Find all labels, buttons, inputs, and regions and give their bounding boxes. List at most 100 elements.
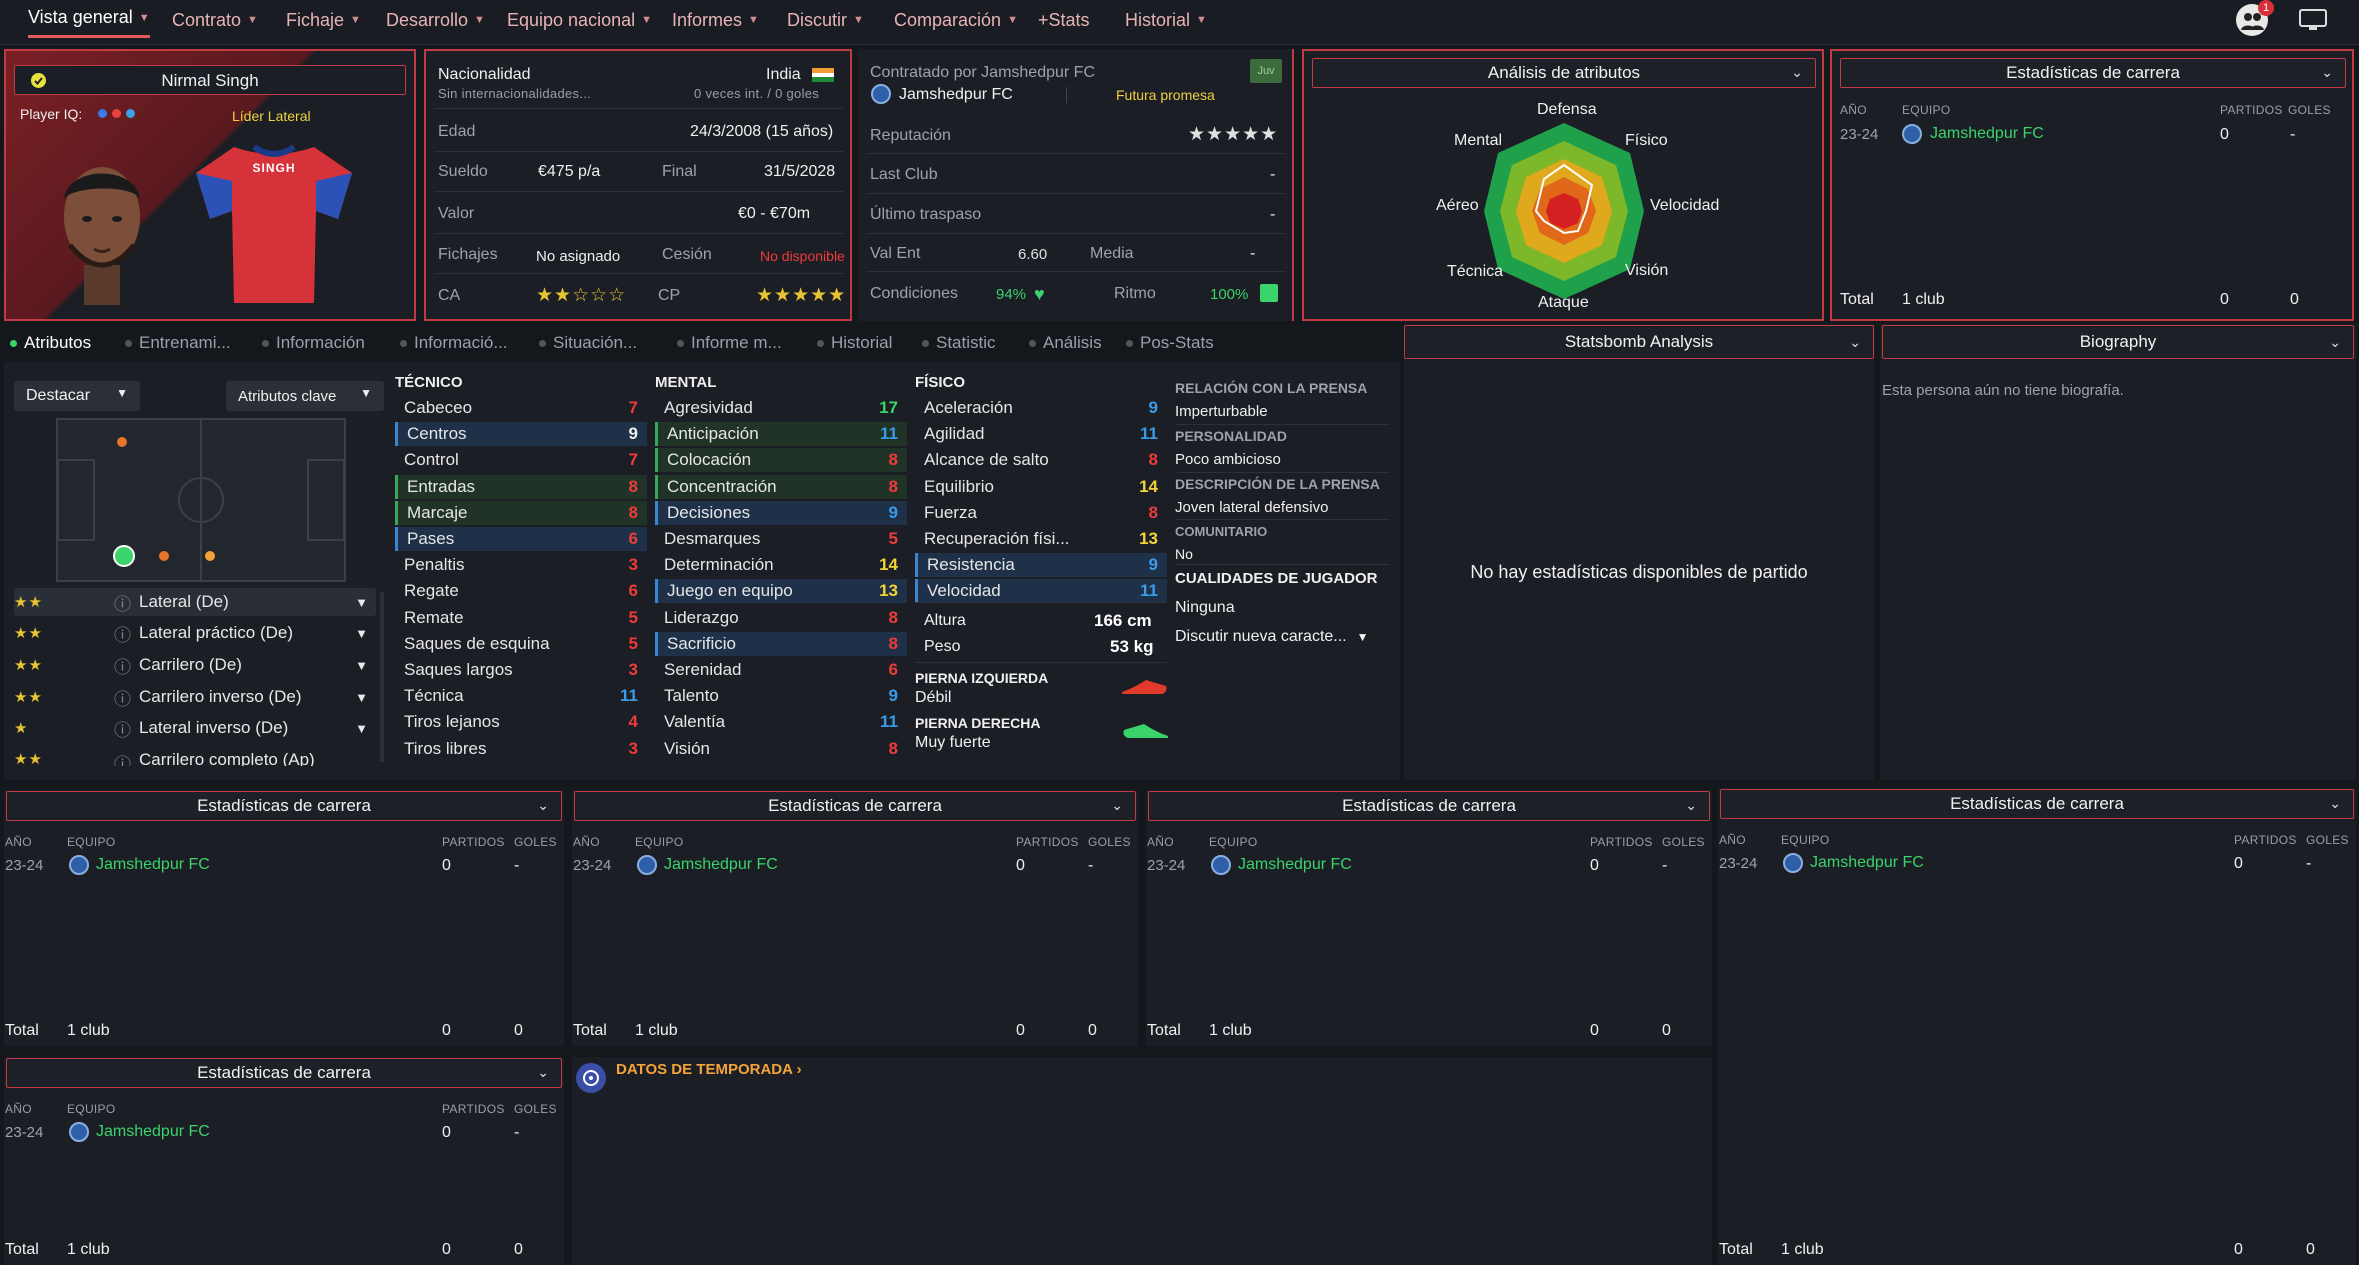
attribute-row[interactable]: Serenidad 6 (655, 658, 907, 682)
attribute-row[interactable]: Regate 6 (395, 579, 647, 603)
row-team[interactable]: Jamshedpur FC (664, 856, 778, 874)
club-name[interactable]: Jamshedpur FC (899, 86, 1013, 104)
position-row[interactable]: ★★ ⓘ Lateral (De) ▼ (14, 588, 376, 616)
attribute-row[interactable]: Determinación 14 (655, 553, 907, 577)
nav-historial[interactable]: Historial ▼ (1125, 0, 1207, 40)
row-team[interactable]: Jamshedpur FC (96, 1123, 210, 1141)
chevron-down-icon: ⌄ (537, 797, 549, 813)
val-ent-label: Val Ent (870, 245, 921, 262)
attribute-row[interactable]: Agilidad 11 (915, 422, 1167, 446)
attribute-name: Saques de esquina (404, 633, 550, 653)
attribute-row[interactable]: Resistencia 9 (915, 553, 1167, 578)
attribute-name: Visión (664, 738, 710, 758)
attribute-row[interactable]: Saques de esquina 5 (395, 632, 647, 656)
attribute-row[interactable]: Talento 9 (655, 684, 907, 708)
career-stats-header[interactable]: Estadísticas de carrera ⌄ (574, 791, 1136, 821)
info-icon: ⓘ (114, 689, 131, 709)
attribute-row[interactable]: Liderazgo 8 (655, 606, 907, 630)
attribute-row[interactable]: Control 7 (395, 448, 647, 472)
nav-equipo-nacional[interactable]: Equipo nacional ▼ (507, 0, 652, 40)
attribute-row[interactable]: Juego en equipo 13 (655, 579, 907, 604)
attribute-row[interactable]: Visión 8 (655, 737, 907, 761)
attribute-row[interactable]: Aceleración 9 (915, 396, 1167, 420)
nav-comparacion[interactable]: Comparación ▼ (894, 0, 1018, 40)
attribute-row[interactable]: Velocidad 11 (915, 579, 1167, 604)
attribute-row[interactable]: Anticipación 11 (655, 422, 907, 447)
position-row[interactable]: ★★ ⓘ Lateral práctico (De) ▼ (14, 619, 376, 647)
attribute-row[interactable]: Desmarques 5 (655, 527, 907, 551)
nav-stats[interactable]: +Stats (1038, 0, 1090, 40)
row-team[interactable]: Jamshedpur FC (1238, 856, 1352, 874)
attribute-row[interactable]: Equilibrio 14 (915, 475, 1167, 499)
attribute-row[interactable]: Colocación 8 (655, 448, 907, 473)
row-year: 23-24 (1147, 857, 1186, 874)
attribute-row[interactable]: Valentía 11 (655, 710, 907, 734)
tab-statistic[interactable]: Statistic (922, 333, 996, 353)
career-stats-header[interactable]: Estadísticas de carrera ⌄ (6, 791, 562, 821)
screen-icon[interactable] (2298, 8, 2328, 30)
last-club-label: Last Club (870, 166, 938, 183)
press-v4: No (1175, 546, 1193, 562)
nav-contrato[interactable]: Contrato ▼ (172, 0, 258, 40)
nav-fichaje[interactable]: Fichaje ▼ (286, 0, 361, 40)
attribute-row[interactable]: Fuerza 8 (915, 501, 1167, 525)
attribute-row[interactable]: Cabeceo 7 (395, 396, 647, 420)
attribute-row[interactable]: Saques largos 3 (395, 658, 647, 682)
row-team[interactable]: Jamshedpur FC (96, 856, 210, 874)
career-stats-header[interactable]: Estadísticas de carrera ⌄ (1148, 791, 1710, 821)
row-goals: - (1662, 857, 1668, 874)
nav-vista-general[interactable]: Vista general ▼ (28, 0, 150, 38)
attribute-row[interactable]: Concentración 8 (655, 474, 907, 499)
attribute-row[interactable]: Penaltis 3 (395, 553, 647, 577)
attribute-value: 11 (1140, 424, 1158, 444)
career-stats-header[interactable]: Estadísticas de carrera ⌄ (1720, 789, 2354, 819)
statsbomb-header[interactable]: Statsbomb Analysis ⌄ (1404, 325, 1874, 359)
tab-situacion[interactable]: Situación... (539, 333, 637, 353)
tab-informe[interactable]: Informe m... (677, 333, 782, 353)
attribute-row[interactable]: Pases 6 (395, 527, 647, 551)
row-team[interactable]: Jamshedpur FC (1930, 125, 2044, 143)
attribute-row[interactable]: Tiros lejanos 4 (395, 710, 647, 734)
biography-header[interactable]: Biography ⌄ (1882, 325, 2354, 359)
attribute-row[interactable]: Alcance de salto 8 (915, 448, 1167, 472)
attribute-analysis-header[interactable]: Análisis de atributos ⌄ (1312, 58, 1816, 88)
tab-informacion[interactable]: Información (262, 333, 365, 353)
attribute-row[interactable]: Sacrificio 8 (655, 631, 907, 656)
row-team[interactable]: Jamshedpur FC (1810, 854, 1924, 872)
nav-discutir[interactable]: Discutir ▼ (787, 0, 864, 40)
nav-desarrollo[interactable]: Desarrollo ▼ (386, 0, 485, 40)
tab-atributos[interactable]: Atributos (10, 333, 91, 353)
position-row[interactable]: ★★ ⓘ Carrilero (De) ▼ (14, 651, 376, 679)
biography-text: Esta persona aún no tiene biografía. (1882, 382, 2124, 399)
discuss-trait-button[interactable]: Discutir nueva caracte... ▼ (1175, 628, 1369, 646)
attribute-row[interactable]: Recuperación físi... 13 (915, 527, 1167, 551)
career-stats-header[interactable]: Estadísticas de carrera ⌄ (1840, 58, 2346, 88)
highlight-dropdown[interactable]: Destacar ▼ (14, 381, 140, 411)
position-row[interactable]: ★★ ⓘ Carrilero inverso (De) ▼ (14, 683, 376, 711)
nav-informes[interactable]: Informes ▼ (672, 0, 759, 40)
attribute-value: 5 (628, 633, 638, 653)
position-row[interactable]: ★★ ⓘ Carrilero completo (Ap) (14, 746, 376, 766)
attribute-row[interactable]: Remate 5 (395, 606, 647, 630)
future-status: Futura promesa (1116, 87, 1215, 103)
attribute-row[interactable]: Agresividad 17 (655, 396, 907, 420)
tab-informacion-2[interactable]: Informació... (400, 333, 508, 353)
tab-pos-stats[interactable]: Pos-Stats (1126, 333, 1214, 353)
tab-entrenamiento[interactable]: Entrenami... (125, 333, 231, 353)
val-ent-value: 6.60 (1018, 246, 1048, 263)
tab-analisis[interactable]: Análisis (1029, 333, 1102, 353)
attribute-row[interactable]: Tiros libres 3 (395, 737, 647, 761)
ca-label: CA (438, 287, 461, 304)
attribute-row[interactable]: Decisiones 9 (655, 500, 907, 525)
attribute-row[interactable]: Marcaje 8 (395, 500, 647, 525)
tab-historial[interactable]: Historial (817, 333, 892, 353)
attribute-row[interactable]: Centros 9 (395, 422, 647, 447)
position-row[interactable]: ★ ⓘ Lateral inverso (De) ▼ (14, 714, 376, 742)
season-data-link[interactable]: DATOS DE TEMPORADA › (616, 1061, 802, 1078)
attribute-row[interactable]: Entradas 8 (395, 474, 647, 499)
career-stats-header[interactable]: Estadísticas de carrera ⌄ (6, 1058, 562, 1088)
attribute-analysis-panel: Análisis de atributos ⌄ Defensa Físico Ve… (1302, 49, 1824, 321)
key-attributes-dropdown[interactable]: Atributos clave ▼ (226, 381, 384, 411)
scrollbar[interactable] (380, 592, 384, 762)
attribute-row[interactable]: Técnica 11 (395, 684, 647, 708)
